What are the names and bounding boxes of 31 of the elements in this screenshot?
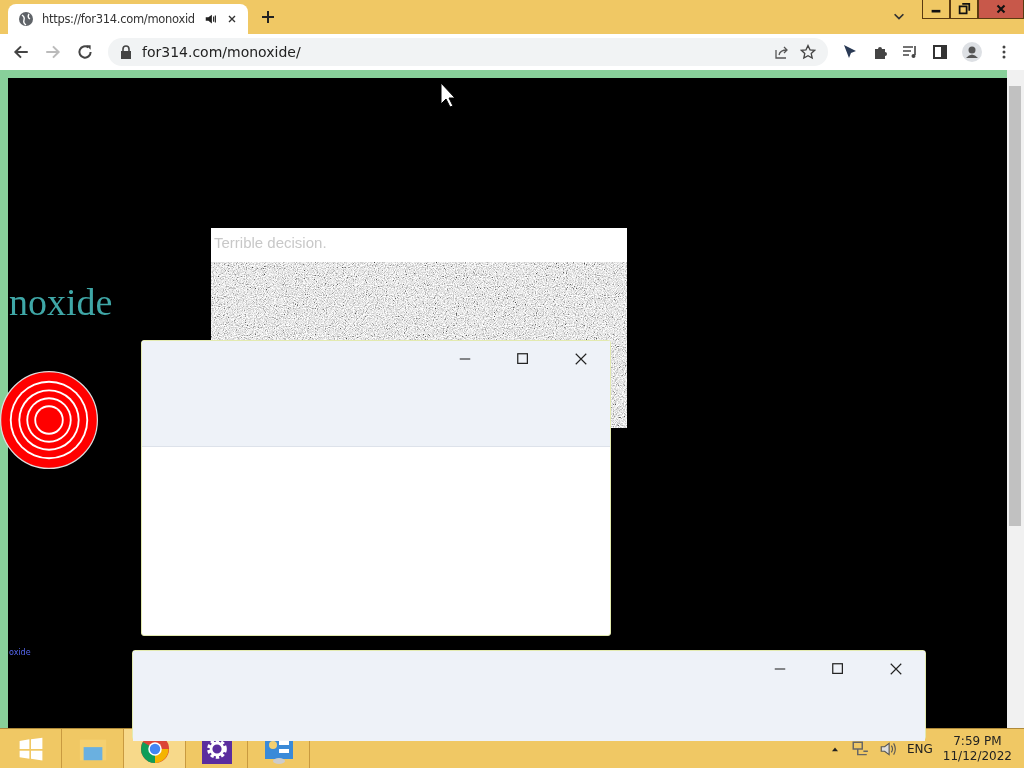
mouse-cursor-icon bbox=[440, 82, 455, 108]
page-link[interactable]: oxide bbox=[9, 648, 31, 657]
browser-tab[interactable]: https://for314.com/monoxid bbox=[8, 4, 248, 34]
page-heading: noxide bbox=[9, 280, 113, 324]
star-icon[interactable] bbox=[800, 44, 816, 60]
address-bar[interactable]: for314.com/monoxide/ bbox=[108, 38, 828, 66]
clock[interactable]: 7:59 PM 11/12/2022 bbox=[942, 733, 1012, 764]
maximize-icon[interactable] bbox=[831, 662, 845, 676]
close-icon[interactable] bbox=[574, 352, 588, 366]
minimize-button[interactable] bbox=[922, 0, 950, 19]
maximize-icon[interactable] bbox=[516, 352, 530, 366]
network-icon[interactable] bbox=[850, 739, 869, 758]
back-icon[interactable] bbox=[12, 43, 30, 61]
scrollbar[interactable] bbox=[1007, 70, 1024, 728]
playlist-icon[interactable] bbox=[902, 44, 918, 60]
restore-button[interactable] bbox=[950, 0, 978, 19]
speaker-icon[interactable] bbox=[204, 12, 218, 26]
close-icon[interactable] bbox=[889, 662, 903, 676]
reload-icon[interactable] bbox=[76, 43, 94, 61]
lock-icon bbox=[120, 45, 132, 59]
language-indicator[interactable]: ENG bbox=[906, 741, 933, 756]
puzzle-icon[interactable] bbox=[872, 44, 888, 60]
globe-icon[interactable] bbox=[18, 11, 34, 27]
cursor-arrow-icon[interactable] bbox=[842, 44, 858, 60]
share-icon[interactable] bbox=[774, 44, 790, 60]
restore-icon[interactable] bbox=[957, 2, 971, 16]
tab-title: https://for314.com/monoxid bbox=[42, 12, 196, 26]
side-panel-icon[interactable] bbox=[932, 44, 948, 60]
profile-icon[interactable] bbox=[962, 42, 982, 62]
close-button[interactable] bbox=[978, 0, 1024, 19]
close-icon[interactable] bbox=[226, 13, 238, 25]
